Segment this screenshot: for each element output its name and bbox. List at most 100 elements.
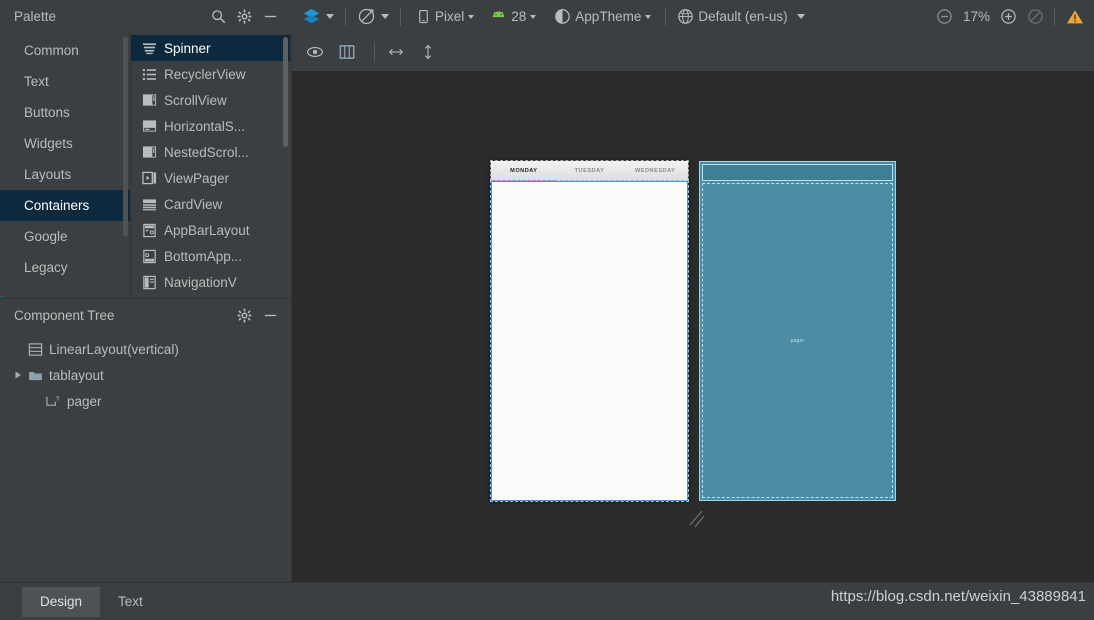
palette-category-widgets[interactable]: Widgets	[0, 128, 130, 159]
chevron-down-icon	[796, 14, 805, 19]
zoom-fit-button[interactable]	[1023, 4, 1048, 30]
viewpager-node-icon: ?	[44, 393, 62, 409]
chevron-down-icon	[530, 14, 537, 19]
navigationview-icon	[141, 274, 157, 290]
layers-icon	[302, 7, 321, 26]
toolbar-divider	[345, 7, 346, 26]
blueprint-mode-icon[interactable]	[334, 39, 360, 65]
device-selector[interactable]: Pixel	[412, 4, 478, 30]
blueprint-tablayout[interactable]	[702, 164, 893, 181]
palette-item-cardview[interactable]: CardView	[131, 191, 290, 217]
palette-category-label: Google	[24, 229, 68, 244]
palette-category-containers[interactable]: Containers	[0, 190, 130, 221]
tree-node-linearlayout[interactable]: LinearLayout (vertical)	[0, 336, 290, 362]
palette-category-buttons[interactable]: Buttons	[0, 97, 130, 128]
tree-node-tablayout[interactable]: tablayout	[0, 362, 290, 388]
palette-item-label: AppBarLayout	[164, 222, 250, 238]
tree-node-label: pager	[67, 393, 102, 409]
zoom-out-button[interactable]	[932, 4, 957, 30]
top-toolbar: Palette Pixel 28 AppTheme Default (en-us…	[0, 0, 1094, 33]
globe-icon	[677, 8, 694, 25]
palette-item-horizontals[interactable]: HorizontalS...	[131, 113, 290, 139]
design-canvas[interactable]: MONDAY TUESDAY WEDNESDAY pager	[291, 71, 1094, 582]
bottomappbar-icon	[141, 248, 157, 264]
toolbar-divider	[665, 7, 667, 26]
palette-category-legacy[interactable]: Legacy	[0, 252, 130, 283]
show-design-icon[interactable]	[302, 39, 328, 65]
palette-item-label: CardView	[164, 196, 223, 212]
tree-node-suffix: (vertical)	[127, 341, 179, 357]
warning-button[interactable]	[1062, 4, 1088, 30]
preview-tablayout[interactable]: MONDAY TUESDAY WEDNESDAY	[491, 161, 688, 182]
android-icon	[490, 10, 507, 23]
phone-icon	[416, 9, 431, 24]
palette-item-label: ViewPager	[164, 170, 230, 186]
palette-item-nestedscrol[interactable]: NestedScrol...	[131, 139, 290, 165]
palette-item-scrollview[interactable]: ScrollView	[131, 87, 290, 113]
toolbar-divider	[1054, 7, 1055, 26]
viewpager-icon	[141, 170, 157, 186]
editor-tab-text[interactable]: Text	[100, 587, 161, 617]
palette-panel: Common Text Buttons Widgets Layouts Container…	[0, 33, 290, 298]
palette-item-bottomapp[interactable]: BottomApp...	[131, 243, 290, 269]
component-tree-title: Component Tree	[14, 307, 115, 323]
toolbar-divider	[374, 43, 375, 61]
device-preview[interactable]: MONDAY TUESDAY WEDNESDAY	[491, 161, 688, 501]
gear-icon[interactable]	[237, 9, 252, 24]
palette-category-label: Containers	[24, 198, 90, 213]
palette-category-google[interactable]: Google	[0, 221, 130, 252]
minimize-icon[interactable]	[263, 9, 278, 24]
preview-tab-wednesday[interactable]: WEDNESDAY	[622, 168, 688, 174]
palette-item-label: ScrollView	[164, 92, 227, 108]
appbarlayout-icon	[141, 222, 157, 238]
palette-item-appbarlayout[interactable]: AppBarLayout	[131, 217, 290, 243]
palette-panel-header: Palette	[0, 0, 290, 33]
canvas-resize-handle[interactable]	[688, 509, 708, 529]
preview-pager-content[interactable]	[491, 182, 688, 501]
theme-selector[interactable]: AppTheme	[550, 4, 655, 30]
search-icon[interactable]	[211, 9, 226, 24]
palette-category-common[interactable]: Common	[0, 35, 130, 66]
palette-item-label: NavigationV	[164, 274, 237, 290]
palette-category-label: Layouts	[24, 167, 72, 182]
palette-item-recyclerview[interactable]: RecyclerView	[131, 61, 290, 87]
match-height-icon[interactable]	[415, 39, 441, 65]
blueprint-pager[interactable]: pager	[702, 183, 893, 498]
orientation-selector[interactable]	[353, 4, 393, 30]
zoom-out-icon	[936, 8, 953, 25]
blueprint-preview[interactable]: pager	[699, 161, 896, 501]
theme-contrast-icon	[554, 8, 571, 25]
palette-category-list: Common Text Buttons Widgets Layouts Container…	[0, 33, 130, 298]
zoom-in-button[interactable]	[996, 4, 1021, 30]
palette-item-viewpager[interactable]: ViewPager	[131, 165, 290, 191]
palette-category-label: Legacy	[24, 260, 68, 275]
palette-item-label: Spinner	[164, 40, 211, 56]
svg-text:?: ?	[55, 394, 59, 403]
match-width-icon[interactable]	[383, 39, 409, 65]
palette-item-scrollbar[interactable]	[283, 37, 288, 147]
chevron-down-icon	[468, 14, 475, 19]
chevron-down-icon	[381, 14, 389, 19]
zoom-in-icon	[1000, 8, 1017, 25]
toolbar-divider	[400, 7, 401, 26]
expand-arrow-icon[interactable]	[10, 367, 26, 383]
editor-tab-design[interactable]: Design	[22, 587, 101, 617]
minimize-icon[interactable]	[263, 308, 278, 323]
palette-item-spinner[interactable]: Spinner	[131, 35, 290, 61]
tab-selected-indicator	[493, 179, 555, 181]
tree-node-pager[interactable]: ? pager	[0, 388, 290, 414]
preview-tab-monday[interactable]: MONDAY	[491, 168, 557, 174]
api-level-selector[interactable]: 28	[486, 4, 540, 30]
palette-title: Palette	[14, 9, 57, 24]
palette-item-navigationv[interactable]: NavigationV	[131, 269, 290, 295]
palette-category-text[interactable]: Text	[0, 66, 130, 97]
design-surface-selector[interactable]	[298, 4, 338, 30]
gear-icon[interactable]	[237, 308, 252, 323]
palette-category-layouts[interactable]: Layouts	[0, 159, 130, 190]
palette-category-scrollbar[interactable]	[123, 37, 128, 237]
preview-tab-tuesday[interactable]: TUESDAY	[557, 168, 623, 174]
palette-item-list: Spinner RecyclerView ScrollView HorizontalS…	[130, 33, 290, 298]
zoom-level-label: 17%	[962, 9, 990, 24]
locale-selector[interactable]: Default (en-us)	[673, 4, 808, 30]
